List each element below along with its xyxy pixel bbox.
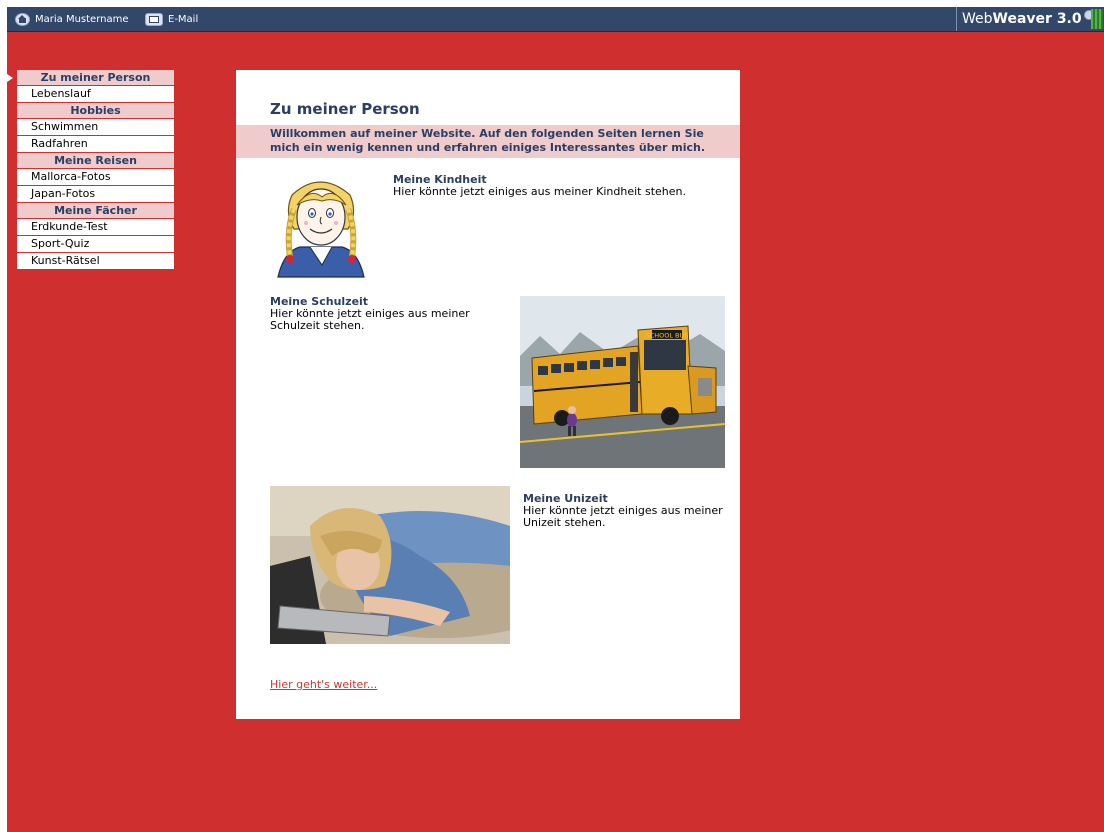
sidebar-item-lebenslauf[interactable]: Lebenslauf xyxy=(17,86,174,103)
sidebar-item-radfahren[interactable]: Radfahren xyxy=(17,136,174,153)
webweaver-logo: Web Weaver 3.0 xyxy=(956,7,1104,31)
top-bar: Maria Mustername E-Mail Web Weaver 3.0 xyxy=(7,7,1104,32)
brand-web: Web xyxy=(962,11,993,27)
sidebar-heading-zu-meiner-person[interactable]: Zu meiner Person xyxy=(7,70,174,86)
student-laptop-photo xyxy=(270,486,510,644)
mail-icon xyxy=(145,12,163,26)
section-unizeit: Meine Unizeit Hier könnte jetzt einiges … xyxy=(523,493,733,529)
sidebar-item-mallorca-fotos[interactable]: Mallorca-Fotos xyxy=(17,169,174,186)
sidebar-item-schwimmen[interactable]: Schwimmen xyxy=(17,119,174,136)
logo-stripes-icon xyxy=(1091,9,1103,29)
sidebar-nav: Zu meiner Person Lebenslauf Hobbies Schw… xyxy=(7,70,174,270)
section-schulzeit: Meine Schulzeit Hier könnte jetzt einige… xyxy=(270,296,502,332)
section-text: Hier könnte jetzt einiges aus meiner Uni… xyxy=(523,504,723,529)
sidebar-heading-meine-faecher[interactable]: Meine Fächer xyxy=(17,203,174,219)
section-kindheit: Meine Kindheit Hier könnte jetzt einiges… xyxy=(393,174,733,198)
email-link[interactable]: E-Mail xyxy=(145,11,198,27)
user-name: Maria Mustername xyxy=(35,13,129,25)
section-text: Hier könnte jetzt einiges aus meiner Kin… xyxy=(393,185,686,198)
bus-sign-text: SCHOOL BUS xyxy=(646,332,689,340)
sidebar-item-kunst-raetsel[interactable]: Kunst-Rätsel xyxy=(17,253,174,270)
page-title: Zu meiner Person xyxy=(270,100,420,118)
app-frame: Maria Mustername E-Mail Web Weaver 3.0 Zu… xyxy=(7,7,1104,832)
home-link[interactable]: Maria Mustername xyxy=(15,11,129,27)
school-bus-photo: SCHOOL BUS xyxy=(520,296,725,468)
girl-cartoon-image xyxy=(277,181,365,278)
welcome-banner: Willkommen auf meiner Website. Auf den f… xyxy=(236,125,740,158)
home-icon xyxy=(15,12,30,26)
sidebar-heading-hobbies[interactable]: Hobbies xyxy=(17,103,174,119)
next-page-link[interactable]: Hier geht's weiter... xyxy=(270,678,377,691)
sidebar-item-erdkunde-test[interactable]: Erdkunde-Test xyxy=(17,219,174,236)
brand-weaver: Weaver 3.0 xyxy=(992,11,1082,27)
section-text: Hier könnte jetzt einiges aus meiner Sch… xyxy=(270,307,470,332)
email-label: E-Mail xyxy=(168,13,199,25)
content-panel: Zu meiner Person Willkommen auf meiner W… xyxy=(236,70,740,719)
sidebar-heading-meine-reisen[interactable]: Meine Reisen xyxy=(17,153,174,169)
sidebar-item-japan-fotos[interactable]: Japan-Fotos xyxy=(17,186,174,203)
sidebar-item-sport-quiz[interactable]: Sport-Quiz xyxy=(17,236,174,253)
